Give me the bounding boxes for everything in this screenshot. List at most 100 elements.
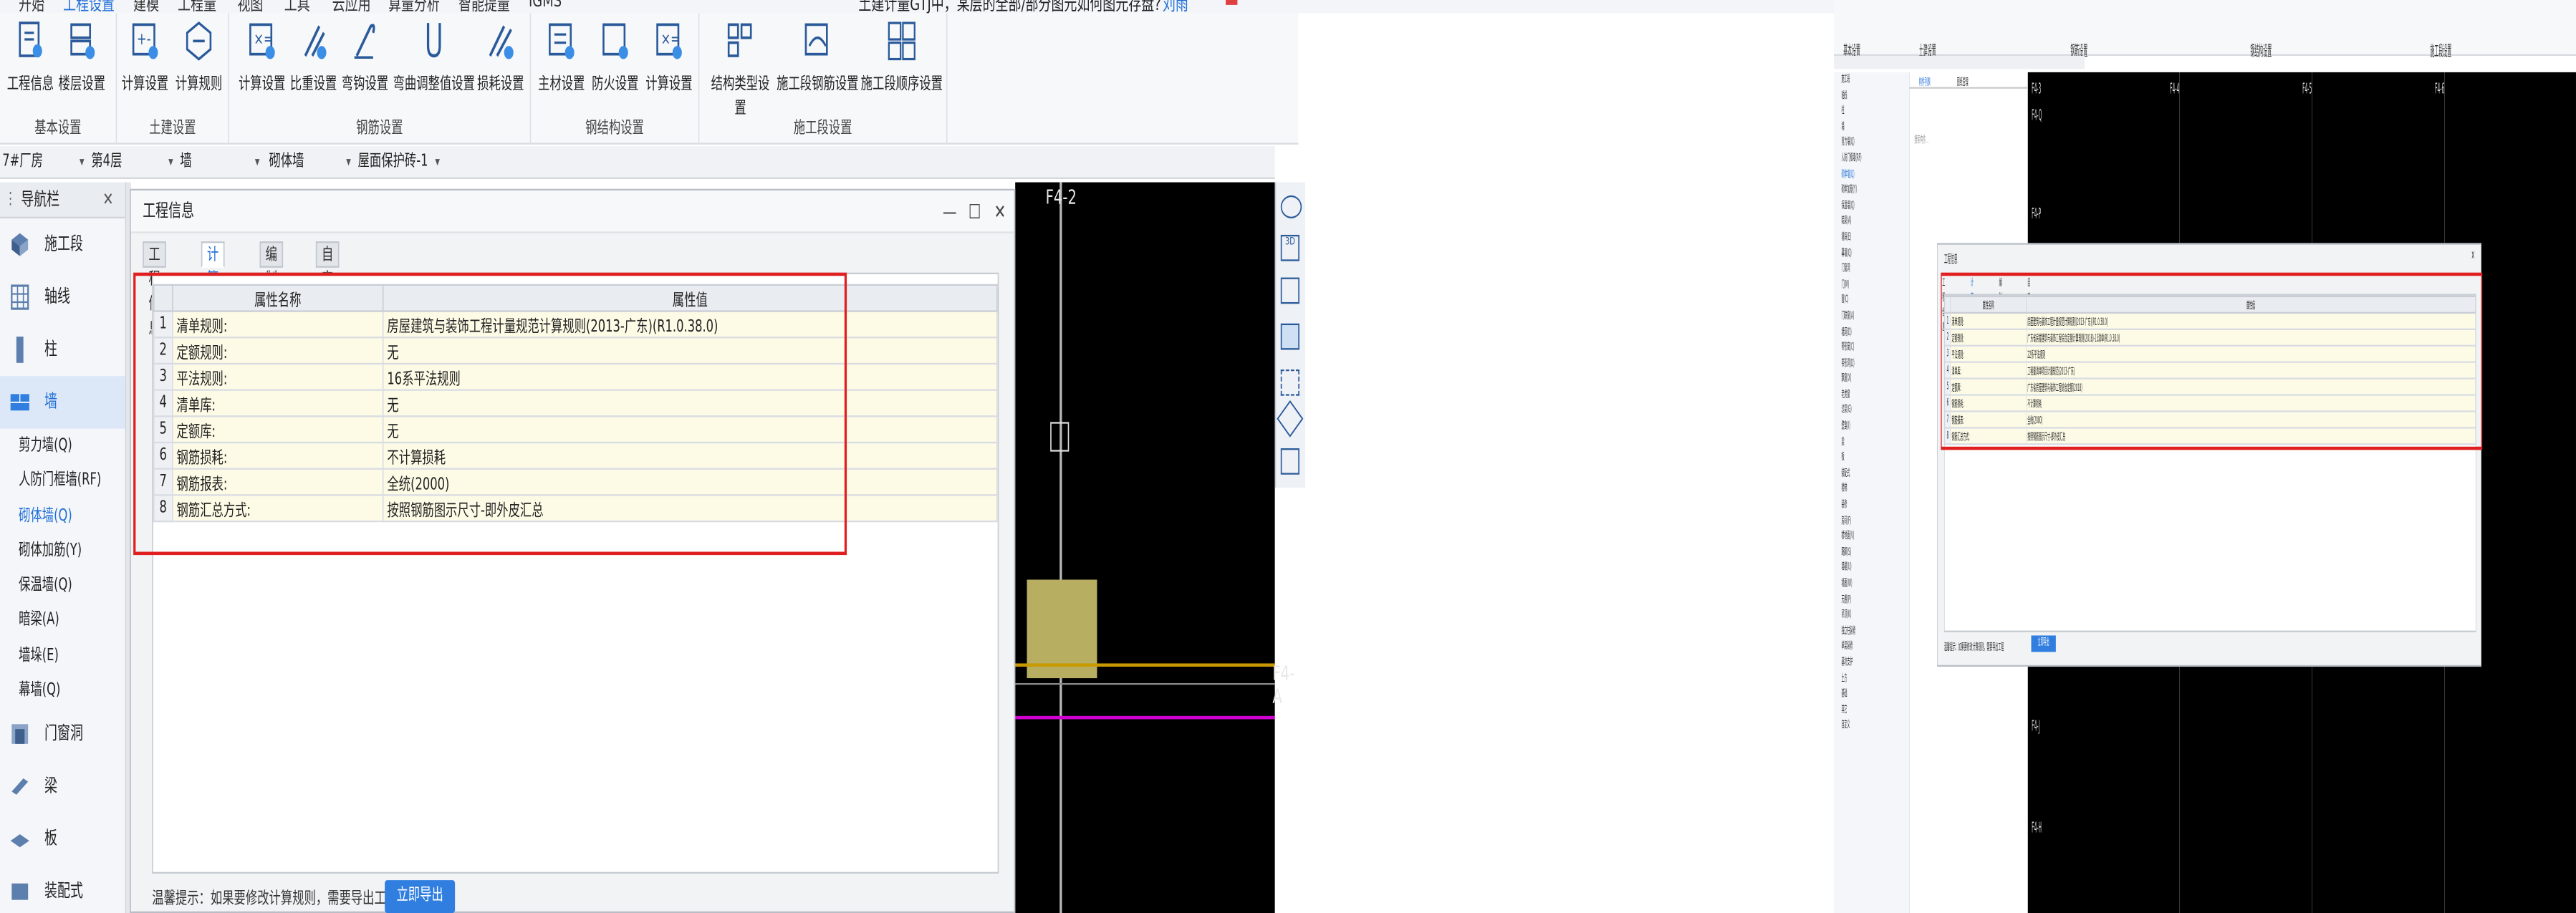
nav-item[interactable]: 基坑支护: [1834, 655, 1909, 671]
nav-sub-masonry-rebar[interactable]: 砌体加筋(Y): [0, 533, 125, 569]
btn-density[interactable]: 比重设置: [288, 20, 340, 94]
nav-item-slab[interactable]: 板: [0, 813, 125, 866]
nav-item[interactable]: 轴线: [1834, 88, 1909, 104]
btn-project-info[interactable]: 工程信息: [5, 20, 57, 94]
nav-item[interactable]: 砌体加筋(Y): [1834, 183, 1909, 198]
report-icon[interactable]: [1280, 448, 1299, 475]
nav-item[interactable]: 带形窗(C): [1834, 340, 1909, 356]
nav-item[interactable]: 人防门框墙(RF): [1834, 151, 1909, 167]
tab-calc-rules[interactable]: 计算规则: [201, 241, 225, 338]
btn-fireproof[interactable]: 防火设置: [590, 20, 641, 94]
btn-rebar-calc[interactable]: ×= 计算设置: [236, 20, 288, 94]
nav-item-beam[interactable]: 梁: [0, 761, 125, 813]
nav-item[interactable]: 老虎窗: [1834, 387, 1909, 403]
nav-item[interactable]: 天棚(P): [1834, 592, 1909, 608]
nav-item[interactable]: 墙: [1834, 120, 1909, 135]
nav-sub-wall-pier[interactable]: 墙垛(E): [0, 639, 125, 674]
nav-item[interactable]: 砌体墙(Q): [1834, 167, 1909, 183]
select-box-icon[interactable]: [1280, 369, 1299, 396]
nav-item[interactable]: 踢脚(S): [1834, 545, 1909, 561]
type-select[interactable]: 砌体墙 ▾: [269, 151, 351, 174]
nav-item[interactable]: 梁: [1834, 435, 1909, 450]
tab-drawing-management[interactable]: 图纸管理: [1957, 74, 1969, 89]
btn-hook[interactable]: 弯钩设置: [339, 20, 390, 94]
search-input[interactable]: 搜索构件...: [1914, 131, 1928, 146]
nav-item[interactable]: 自定义: [1834, 718, 1909, 734]
nav-item[interactable]: 门(M): [1834, 277, 1909, 293]
minimize-icon[interactable]: —: [943, 190, 957, 233]
nav-item-prefab[interactable]: 装配式: [0, 866, 125, 913]
maximize-icon[interactable]: ☐: [969, 190, 981, 233]
nav-item[interactable]: 单梁装修: [1834, 639, 1909, 655]
orbit-icon[interactable]: [1280, 195, 1302, 218]
view-3d-icon[interactable]: 3D: [1280, 234, 1299, 261]
category-select[interactable]: 墙 ▾: [180, 151, 259, 174]
nav-item[interactable]: 窗(C): [1834, 293, 1909, 309]
close-icon[interactable]: ✕: [994, 190, 1006, 233]
nav-item[interactable]: 墙垛(E): [1834, 230, 1909, 246]
close-icon[interactable]: ✕: [2471, 248, 2474, 263]
btn-civil-calc-settings[interactable]: +- 计算设置: [120, 20, 171, 94]
nav-item[interactable]: 装修: [1834, 498, 1909, 513]
element-select[interactable]: 屋面保护砖-1 ▾: [358, 151, 440, 174]
nav-item[interactable]: 楼地面(V): [1834, 529, 1909, 545]
nav-item[interactable]: 吊顶(K): [1834, 608, 1909, 624]
nav-item[interactable]: 保温墙(Q): [1834, 198, 1909, 214]
nav-item[interactable]: 幕墙(Q): [1834, 246, 1909, 261]
nav-sub-masonry-wall[interactable]: 砌体墙(Q): [0, 498, 125, 533]
export-button[interactable]: 立即导出: [2031, 635, 2056, 652]
view-cube-icon[interactable]: [1280, 323, 1299, 350]
btn-loss[interactable]: 损耗设置: [475, 20, 527, 94]
drawing-canvas[interactable]: F4-2 F4-A: [1015, 182, 1294, 913]
btn-segment-order[interactable]: 施工段顺序设置: [861, 20, 943, 94]
nav-sub-insulation-wall[interactable]: 保温墙(Q): [0, 569, 125, 604]
nav-item[interactable]: 墙面(W): [1834, 576, 1909, 592]
nav-item[interactable]: 剪力墙(Q): [1834, 135, 1909, 151]
export-button[interactable]: 立即导出: [385, 880, 456, 913]
floor-select[interactable]: 第4层 ▾: [91, 151, 173, 174]
layer-icon[interactable]: [1277, 400, 1304, 438]
btn-bend-adjust[interactable]: 弯曲调整值设置: [393, 20, 475, 94]
nav-sub-civil-defense-wall[interactable]: 人防门框墙(RF): [0, 463, 125, 498]
nav-item[interactable]: 门窗洞: [1834, 261, 1909, 277]
close-icon[interactable]: ✕: [102, 183, 113, 218]
nav-item[interactable]: 壁龛(I): [1834, 419, 1909, 435]
nav-sub-shear-wall[interactable]: 剪力墙(Q): [0, 429, 125, 464]
btn-segment-rebar[interactable]: 施工段钢筋设置: [777, 20, 858, 94]
btn-steel-calc[interactable]: ×= 计算设置: [643, 20, 695, 94]
nav-item[interactable]: 楼梯: [1834, 482, 1909, 498]
nav-item[interactable]: 基础: [1834, 687, 1909, 702]
btn-floor-settings[interactable]: 楼层设置: [56, 20, 107, 94]
nav-item[interactable]: 房间(F): [1834, 513, 1909, 529]
nav-item[interactable]: 土方: [1834, 671, 1909, 687]
nav-item[interactable]: 墙洞(D): [1834, 324, 1909, 340]
nav-item[interactable]: 暗梁(A): [1834, 214, 1909, 230]
btn-structure-type[interactable]: 结构类型设置: [706, 20, 774, 118]
tab-project-info[interactable]: 工程信息: [143, 241, 166, 338]
tab-compile-info[interactable]: 编制信息: [259, 241, 284, 338]
nav-item-segment[interactable]: 施工段: [0, 218, 125, 271]
tab-component-list[interactable]: 构件列表: [1919, 74, 1931, 89]
grip-marker[interactable]: [1050, 422, 1070, 452]
nav-item[interactable]: 独立柱装修: [1834, 624, 1909, 639]
nav-item[interactable]: 过梁(G): [1834, 403, 1909, 419]
nav-item-wall[interactable]: 墙: [0, 376, 125, 429]
nav-item[interactable]: 飘窗(X): [1834, 372, 1909, 387]
nav-item[interactable]: 施工段: [1834, 72, 1909, 88]
nav-sub-hidden-beam[interactable]: 暗梁(A): [0, 604, 125, 639]
btn-civil-calc-rules[interactable]: 计算规则: [173, 20, 225, 94]
nav-item[interactable]: 柱: [1834, 104, 1909, 120]
menu-igms[interactable]: IGMS: [529, 0, 562, 11]
close-icon[interactable]: [1226, 0, 1238, 5]
cube-icon[interactable]: [1280, 277, 1299, 304]
nav-item[interactable]: 门联窗(A): [1834, 309, 1909, 324]
nav-item[interactable]: 其它: [1834, 702, 1909, 718]
btn-main-material[interactable]: 主材设置: [536, 20, 587, 94]
nav-item[interactable]: 带形洞(D): [1834, 356, 1909, 372]
tab-custom[interactable]: 自定义: [315, 241, 340, 314]
nav-item[interactable]: 板: [1834, 450, 1909, 466]
nav-sub-curtain-wall[interactable]: 幕墙(Q): [0, 673, 125, 708]
nav-item-column[interactable]: 柱: [0, 324, 125, 376]
nav-item-axis[interactable]: 轴线: [0, 271, 125, 323]
nav-item[interactable]: 墙裙(U): [1834, 561, 1909, 576]
